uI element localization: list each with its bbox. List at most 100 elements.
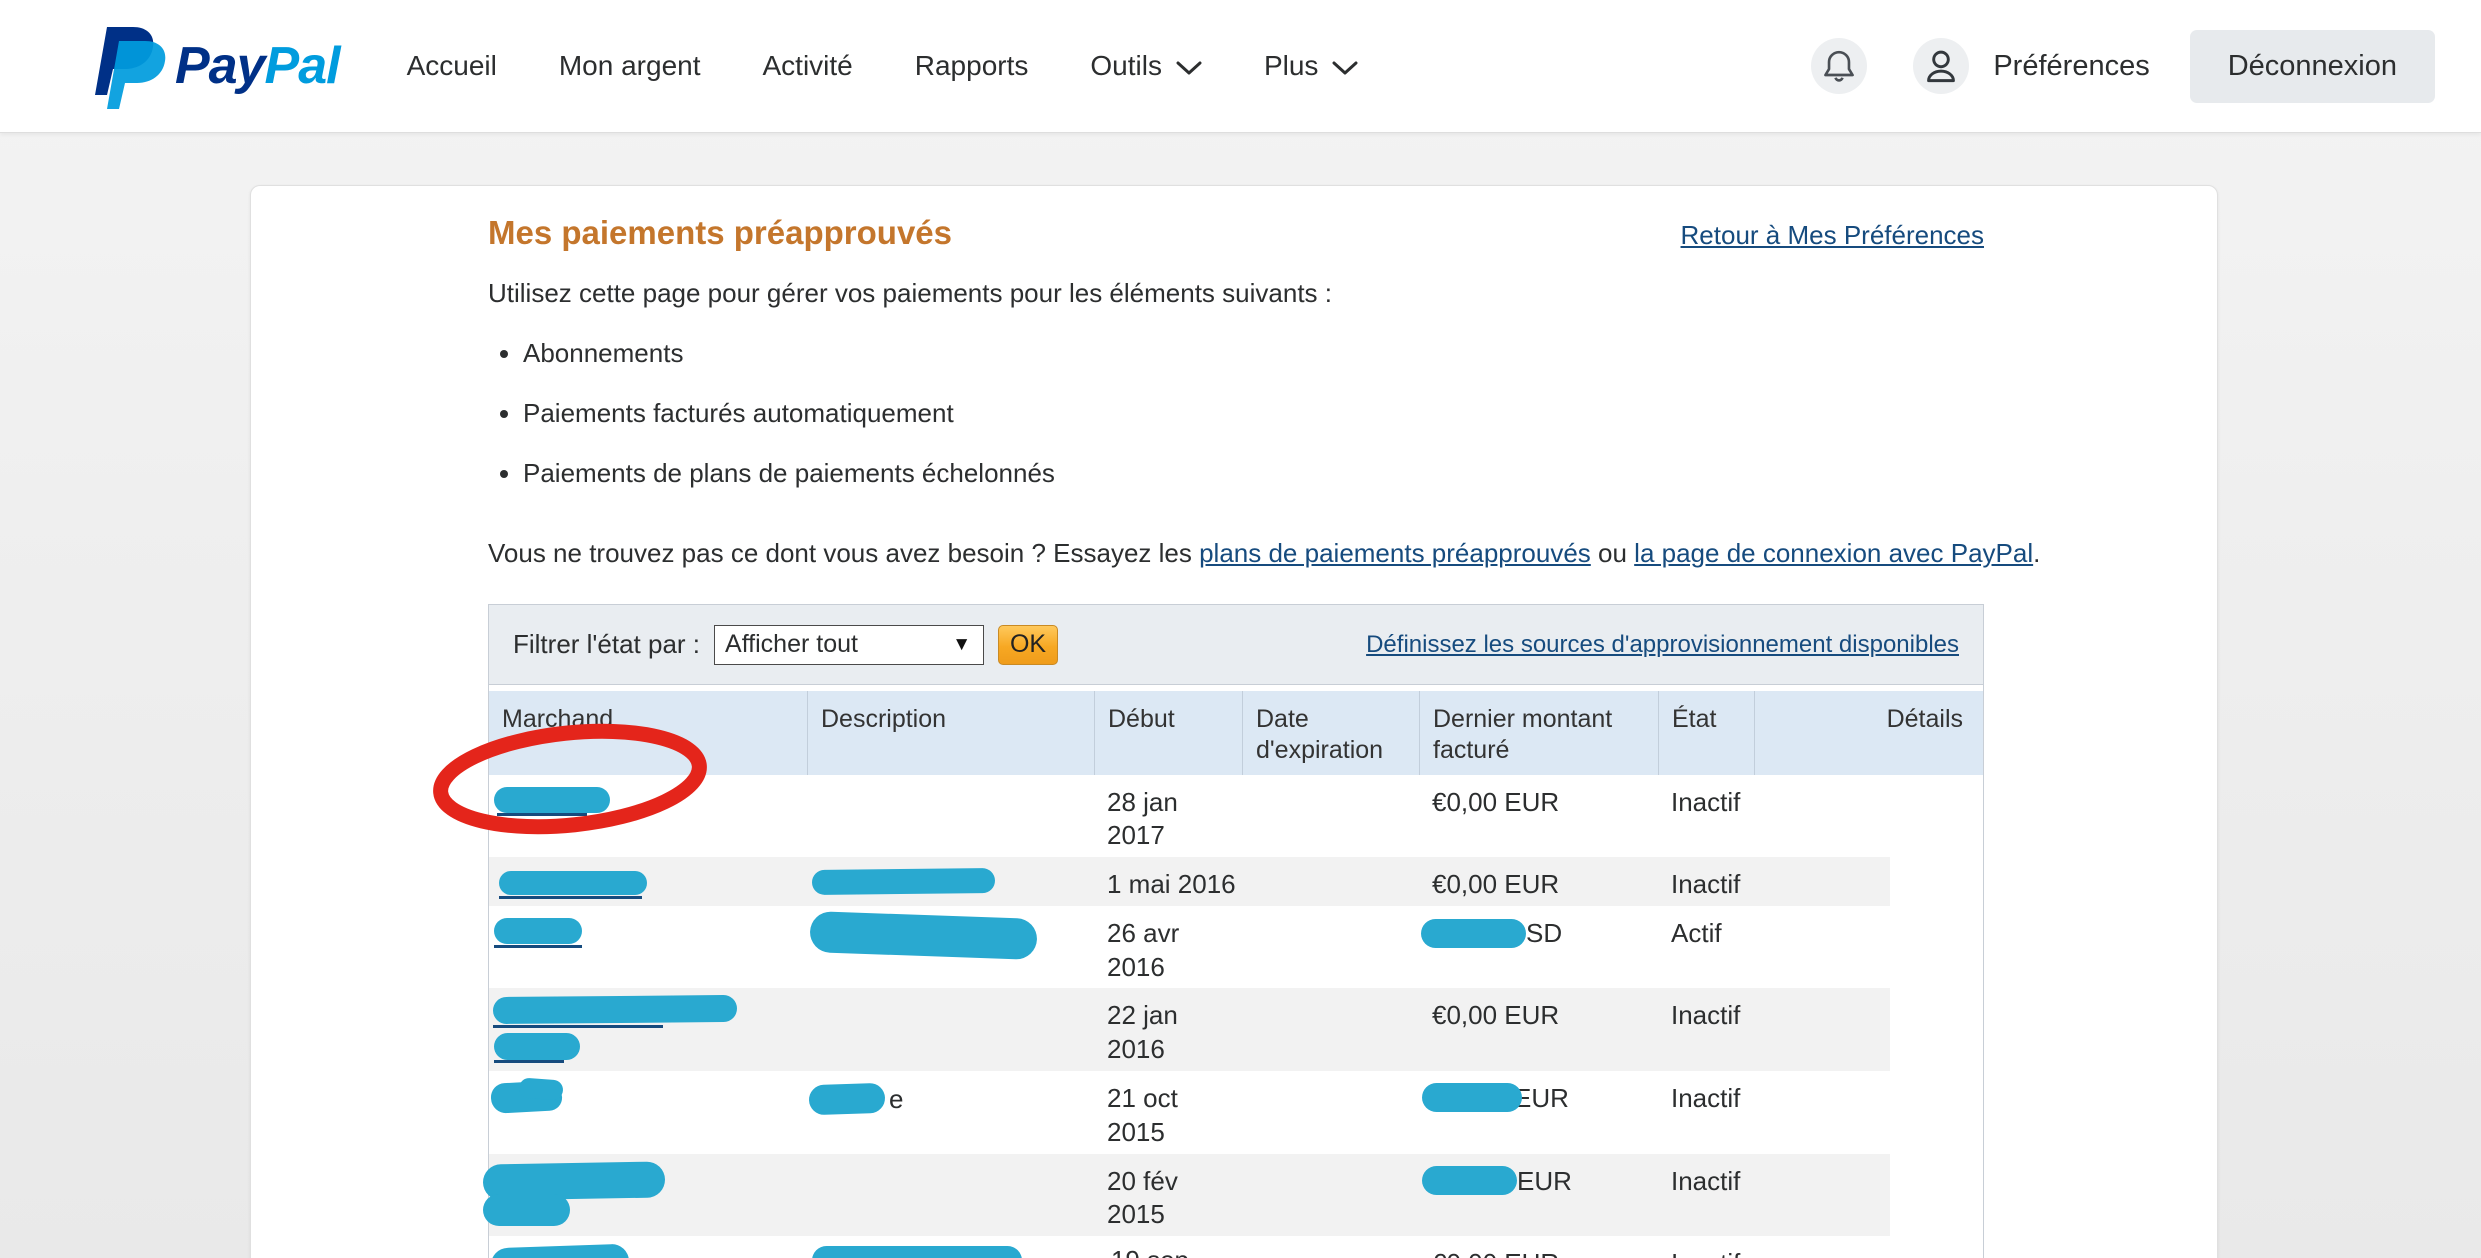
merchant-link-underline [494,945,582,948]
status-filter-select[interactable]: Afficher tout ▼ [714,625,984,665]
table-row: 28 jan 2017 €0,00 EUR Inactif [489,775,1983,858]
redaction-mark [1422,1083,1522,1112]
user-icon [1923,47,1959,85]
merchant-cell[interactable] [489,1236,807,1258]
nav-item-rapports[interactable]: Rapports [884,50,1060,82]
description-cell [807,906,1094,989]
merchant-cell[interactable] [489,1154,807,1237]
description-cell [807,988,1094,1071]
column-header-description: Description [807,691,1094,775]
column-header-details: Détails [1754,691,1983,775]
expiration-cell [1242,988,1419,1071]
details-cell [1754,1071,1983,1154]
details-cell [1754,775,1983,858]
filter-label: Filtrer l'état par : [513,629,700,660]
redaction-mark [499,871,647,895]
start-date-cell: 20 fév 2015 [1094,1154,1242,1237]
nav-item-accueil[interactable]: Accueil [376,50,528,82]
status-cell: Inactif [1658,1071,1754,1154]
expiration-cell [1242,1071,1419,1154]
nav-item-outils-label: Outils [1090,50,1162,82]
merchant-link-underline [499,896,642,899]
status-cell: Inactif [1658,857,1754,906]
paypal-logo[interactable]: PayPal [95,23,340,109]
chevron-down-icon [1176,61,1202,76]
brand-text-pay: Pay [175,37,265,95]
table-row: 22 jan 2016 €0,00 EUR Inactif [489,988,1983,1071]
paypal-monogram-icon [95,23,167,109]
profile-button[interactable] [1913,38,1969,94]
status-cell: Inactif [1658,1236,1754,1258]
amount-cell: SD [1419,906,1658,989]
select-arrow-icon: ▼ [952,634,971,656]
paypal-login-page-link[interactable]: la page de connexion avec PayPal [1634,538,2033,568]
description-cell: e [807,1071,1094,1154]
status-cell: Inactif [1658,988,1754,1071]
funding-sources-link[interactable]: Définissez les sources d'approvisionneme… [1366,631,1959,659]
merchant-cell[interactable] [489,988,807,1071]
chevron-down-icon [1332,61,1358,76]
back-to-preferences-link[interactable]: Retour à Mes Préférences [1681,220,1984,251]
details-cell [1754,1154,1983,1237]
payment-types-list: Abonnements Paiements facturés automatiq… [499,338,1055,518]
main-menu: Accueil Mon argent Activité Rapports Out… [376,50,1390,82]
notifications-button[interactable] [1811,38,1867,94]
intro-text: Utilisez cette page pour gérer vos paiem… [488,278,1332,309]
merchant-cell[interactable] [489,775,807,858]
redaction-mark [494,1033,580,1060]
description-visible-fragment: .. [1029,1246,1043,1258]
description-cell: .. [807,1236,1094,1258]
ok-button[interactable]: OK [998,625,1058,665]
expiration-cell [1242,857,1419,906]
nav-item-activite[interactable]: Activité [732,50,884,82]
list-item: Abonnements [523,338,1055,369]
merchant-cell[interactable] [489,906,807,989]
redaction-mark [490,1244,629,1258]
bell-icon [1822,48,1856,84]
start-date-cell: 26 avr 2016 [1094,906,1242,989]
redaction-mark [493,995,737,1024]
amount-cell: €0,00 EUR [1419,775,1658,858]
status-cell: Inactif [1658,775,1754,858]
list-item: Paiements facturés automatiquement [523,398,1055,429]
preapproved-plans-link[interactable]: plans de paiements préapprouvés [1199,538,1591,568]
redaction-mark [812,1246,1022,1258]
expiration-cell [1242,1154,1419,1237]
merchant-cell[interactable] [489,1071,807,1154]
redaction-mark [483,1194,570,1226]
table-row: 20 fév 2015 EUR Inactif [489,1154,1983,1237]
start-date-cell: 21 oct 2015 [1094,1071,1242,1154]
details-cell [1754,857,1983,906]
description-cell [807,1154,1094,1237]
nav-item-mon-argent[interactable]: Mon argent [528,50,732,82]
details-cell [1754,1236,1983,1258]
merchant-link-underline [493,1025,663,1028]
column-header-etat: État [1658,691,1754,775]
details-cell [1754,906,1983,989]
column-header-dernier-montant: Dernier montant facturé [1419,691,1658,775]
amount-cell: €0,00 EUR [1419,988,1658,1071]
merchant-cell[interactable] [489,857,807,906]
status-cell: Inactif [1658,1154,1754,1237]
redaction-mark [809,911,1037,960]
redaction-mark [1422,1166,1517,1195]
help-text: Vous ne trouvez pas ce dont vous avez be… [488,538,2040,569]
table-row: 1 mai 2016 €0,00 EUR Inactif [489,857,1983,906]
top-navigation-bar: PayPal Accueil Mon argent Activité Rappo… [0,0,2481,133]
merchant-link-underline [497,813,587,816]
table-row: 26 avr 2016 SD Actif [489,906,1983,989]
logout-button[interactable]: Déconnexion [2190,30,2435,103]
table-header-row: Marchand Description Début Date d'expira… [489,691,1983,775]
amount-cell: €0,00 EUR [1419,857,1658,906]
merchant-link-underline [494,1060,564,1063]
preferences-link[interactable]: Préférences [1993,50,2149,83]
filter-bar: Filtrer l'état par : Afficher tout ▼ OK … [489,605,1983,685]
redaction-mark [518,1078,563,1101]
nav-item-plus[interactable]: Plus [1233,50,1389,82]
nav-item-outils[interactable]: Outils [1059,50,1233,82]
expiration-cell [1242,1236,1419,1258]
redaction-mark [812,868,995,895]
details-cell [1754,988,1983,1071]
table-row: .. 19 sep 2014 €0,00 EUR Inactif [489,1236,1983,1258]
page-title: Mes paiements préapprouvés [488,214,952,252]
